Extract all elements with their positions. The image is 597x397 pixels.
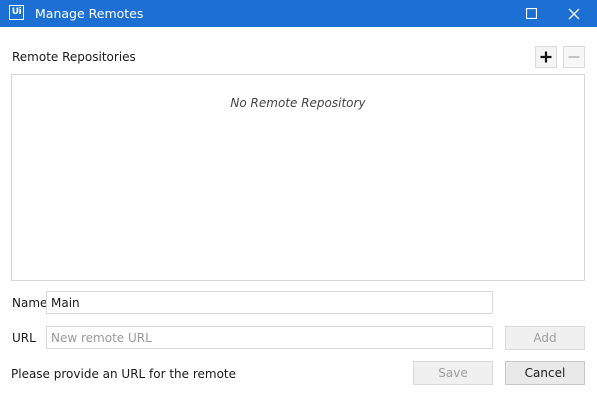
name-label: Name (12, 296, 48, 310)
title-bar[interactable]: Ui Manage Remotes (0, 0, 597, 27)
url-label: URL (12, 331, 36, 345)
url-input[interactable] (46, 326, 493, 349)
add-button[interactable]: Add (505, 326, 585, 350)
remote-repositories-label: Remote Repositories (12, 50, 136, 64)
minus-icon (568, 56, 580, 58)
empty-list-message: No Remote Repository (230, 96, 366, 110)
window-title: Manage Remotes (35, 6, 144, 21)
cancel-button[interactable]: Cancel (505, 361, 585, 385)
close-button[interactable] (554, 0, 594, 27)
remove-remote-button[interactable] (563, 46, 585, 68)
add-remote-button[interactable] (535, 46, 557, 68)
app-icon-text: Ui (11, 7, 22, 17)
maximize-button[interactable] (511, 0, 551, 27)
remote-repositories-list[interactable]: No Remote Repository (11, 74, 585, 281)
name-input[interactable] (46, 291, 493, 314)
validation-message: Please provide an URL for the remote (11, 367, 237, 381)
close-icon (568, 8, 580, 19)
save-button[interactable]: Save (413, 361, 493, 385)
manage-remotes-dialog: Ui Manage Remotes Remote Repositories No… (0, 0, 597, 397)
uipath-logo-icon: Ui (9, 5, 24, 20)
plus-icon (540, 51, 552, 63)
maximize-icon (525, 8, 537, 19)
